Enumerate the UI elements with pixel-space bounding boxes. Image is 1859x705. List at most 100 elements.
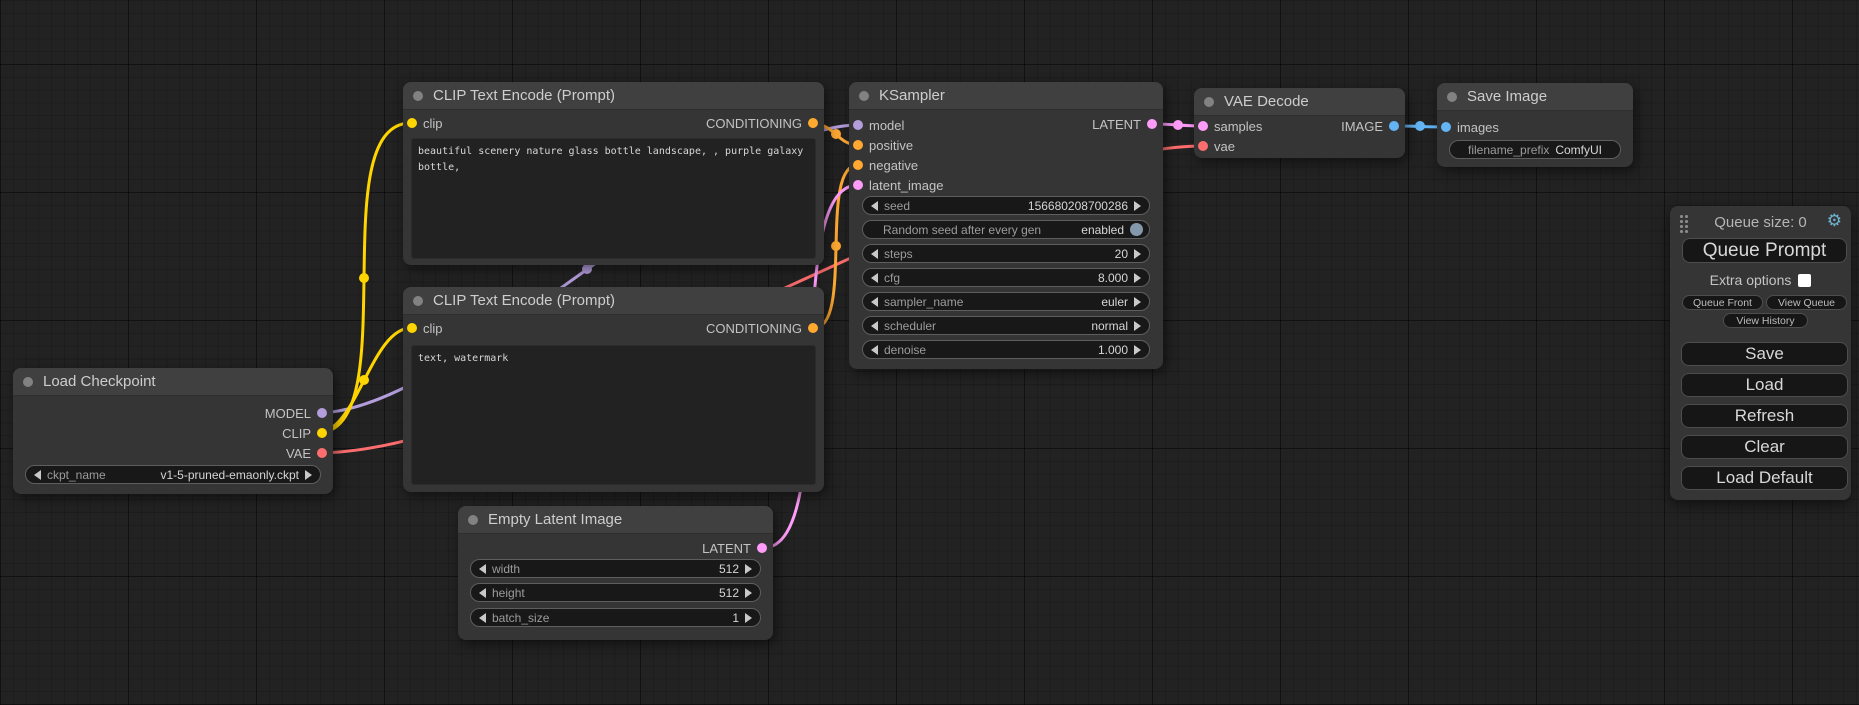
decrement-arrow-icon[interactable]	[871, 273, 878, 283]
increment-arrow-icon[interactable]	[305, 470, 312, 480]
increment-arrow-icon[interactable]	[745, 588, 752, 598]
latent-port-dot[interactable]	[1147, 119, 1157, 129]
collapse-dot-icon[interactable]	[1447, 92, 1457, 102]
port-label: LATENT	[702, 541, 751, 556]
clip-port-dot[interactable]	[407, 323, 417, 333]
decrement-arrow-icon[interactable]	[479, 588, 486, 598]
node-clip-text-encode-negative[interactable]: CLIP Text Encode (Prompt) clip CONDITION…	[403, 287, 824, 492]
model-port-dot[interactable]	[853, 120, 863, 130]
conditioning-port-dot[interactable]	[808, 118, 818, 128]
decrement-arrow-icon[interactable]	[871, 297, 878, 307]
decrement-arrow-icon[interactable]	[871, 201, 878, 211]
batch-size-widget[interactable]: batch_size 1	[470, 608, 761, 627]
node-title-bar[interactable]: VAE Decode	[1194, 88, 1405, 116]
load-default-button[interactable]: Load Default	[1681, 466, 1848, 490]
node-title-bar[interactable]: Load Checkpoint	[13, 368, 333, 396]
collapse-dot-icon[interactable]	[1204, 97, 1214, 107]
seed-widget[interactable]: seed 156680208700286	[862, 196, 1150, 215]
increment-arrow-icon[interactable]	[1134, 297, 1141, 307]
link-dot	[1415, 121, 1425, 131]
collapse-dot-icon[interactable]	[468, 515, 478, 525]
load-button[interactable]: Load	[1681, 373, 1848, 397]
filename-prefix-widget[interactable]: filename_prefix ComfyUI	[1449, 140, 1621, 159]
increment-arrow-icon[interactable]	[1134, 201, 1141, 211]
view-history-button[interactable]: View History	[1723, 313, 1808, 328]
latent-port-dot[interactable]	[1198, 121, 1208, 131]
collapse-dot-icon[interactable]	[413, 91, 423, 101]
image-port-dot[interactable]	[1389, 121, 1399, 131]
collapse-dot-icon[interactable]	[413, 296, 423, 306]
denoise-widget[interactable]: denoise 1.000	[862, 340, 1150, 359]
vae-port-dot[interactable]	[1198, 141, 1208, 151]
widget-label: denoise	[884, 343, 926, 357]
widget-value: 1	[732, 611, 739, 625]
sampler-name-widget[interactable]: sampler_name euler	[862, 292, 1150, 311]
port-label: clip	[423, 116, 443, 131]
steps-widget[interactable]: steps 20	[862, 244, 1150, 263]
conditioning-port-dot[interactable]	[853, 160, 863, 170]
node-save-image[interactable]: Save Image images filename_prefix ComfyU…	[1437, 83, 1633, 167]
prompt-textarea[interactable]: beautiful scenery nature glass bottle la…	[411, 138, 816, 259]
port-label: IMAGE	[1341, 119, 1383, 134]
node-title-bar[interactable]: KSampler	[849, 82, 1163, 110]
save-button[interactable]: Save	[1681, 342, 1848, 366]
increment-arrow-icon[interactable]	[1134, 345, 1141, 355]
decrement-arrow-icon[interactable]	[871, 249, 878, 259]
widget-label: ckpt_name	[47, 468, 106, 482]
ckpt-name-widget[interactable]: ckpt_name v1-5-pruned-emaonly.ckpt	[25, 465, 321, 484]
latent-port-dot[interactable]	[757, 543, 767, 553]
gear-icon[interactable]: ⚙	[1827, 211, 1842, 231]
queue-size-label: Queue size: 0	[1670, 214, 1851, 231]
increment-arrow-icon[interactable]	[1134, 249, 1141, 259]
queue-prompt-button[interactable]: Queue Prompt	[1682, 238, 1847, 263]
input-clip: clip	[407, 321, 443, 335]
clip-port-dot[interactable]	[407, 118, 417, 128]
node-load-checkpoint[interactable]: Load Checkpoint MODEL CLIP VAE ckpt_name…	[13, 368, 333, 494]
extra-options-checkbox[interactable]	[1798, 274, 1811, 287]
latent-port-dot[interactable]	[853, 180, 863, 190]
node-title-bar[interactable]: CLIP Text Encode (Prompt)	[403, 82, 824, 110]
vae-port-dot[interactable]	[317, 448, 327, 458]
increment-arrow-icon[interactable]	[745, 613, 752, 623]
node-title: VAE Decode	[1224, 93, 1309, 110]
scheduler-widget[interactable]: scheduler normal	[862, 316, 1150, 335]
widget-value: v1-5-pruned-emaonly.ckpt	[160, 468, 299, 482]
node-ksampler[interactable]: KSampler model positive negative latent_…	[849, 82, 1163, 369]
increment-arrow-icon[interactable]	[745, 564, 752, 574]
height-widget[interactable]: height 512	[470, 583, 761, 602]
collapse-dot-icon[interactable]	[859, 91, 869, 101]
node-title-bar[interactable]: Save Image	[1437, 83, 1633, 111]
prompt-textarea[interactable]: text, watermark	[411, 345, 816, 485]
width-widget[interactable]: width 512	[470, 559, 761, 578]
port-label: clip	[423, 321, 443, 336]
clear-button[interactable]: Clear	[1681, 435, 1848, 459]
refresh-button[interactable]: Refresh	[1681, 404, 1848, 428]
decrement-arrow-icon[interactable]	[871, 345, 878, 355]
node-vae-decode[interactable]: VAE Decode samples vae IMAGE	[1194, 88, 1405, 158]
decrement-arrow-icon[interactable]	[871, 321, 878, 331]
model-port-dot[interactable]	[317, 408, 327, 418]
node-title-bar[interactable]: Empty Latent Image	[458, 506, 773, 534]
widget-label: filename_prefix	[1468, 143, 1549, 157]
clip-port-dot[interactable]	[317, 428, 327, 438]
port-label: CLIP	[282, 426, 311, 441]
cfg-widget[interactable]: cfg 8.000	[862, 268, 1150, 287]
node-empty-latent-image[interactable]: Empty Latent Image LATENT width 512 heig…	[458, 506, 773, 640]
node-title-bar[interactable]: CLIP Text Encode (Prompt)	[403, 287, 824, 315]
conditioning-port-dot[interactable]	[808, 323, 818, 333]
image-port-dot[interactable]	[1441, 122, 1451, 132]
conditioning-port-dot[interactable]	[853, 140, 863, 150]
decrement-arrow-icon[interactable]	[34, 470, 41, 480]
decrement-arrow-icon[interactable]	[479, 613, 486, 623]
seed-toggle-icon[interactable]	[1130, 223, 1143, 236]
random-seed-widget[interactable]: Random seed after every gen enabled	[862, 220, 1150, 239]
collapse-dot-icon[interactable]	[23, 377, 33, 387]
increment-arrow-icon[interactable]	[1134, 273, 1141, 283]
output-latent: LATENT	[1092, 117, 1157, 131]
node-clip-text-encode-positive[interactable]: CLIP Text Encode (Prompt) clip CONDITION…	[403, 82, 824, 265]
queue-front-button[interactable]: Queue Front	[1682, 295, 1763, 310]
graph-canvas[interactable]: Load Checkpoint MODEL CLIP VAE ckpt_name…	[0, 0, 1859, 705]
view-queue-button[interactable]: View Queue	[1766, 295, 1847, 310]
decrement-arrow-icon[interactable]	[479, 564, 486, 574]
increment-arrow-icon[interactable]	[1134, 321, 1141, 331]
